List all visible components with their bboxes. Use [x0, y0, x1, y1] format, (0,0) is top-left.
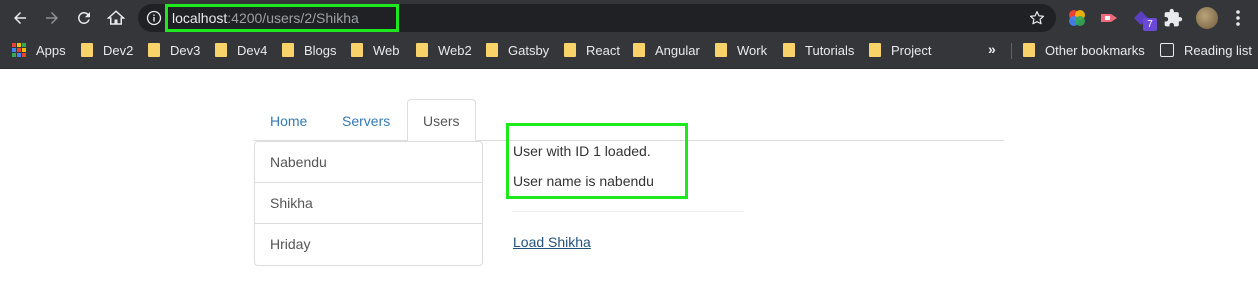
- list-item[interactable]: Hriday: [255, 224, 482, 265]
- load-user-link[interactable]: Load Shikha: [513, 234, 591, 250]
- page-content: Home Servers Users Nabendu Shikha Hriday…: [0, 69, 1258, 298]
- bookmark-folder-web[interactable]: Web: [351, 36, 400, 64]
- bookmark-label: Tutorials: [805, 42, 855, 58]
- bookmark-folder-dev2[interactable]: Dev2: [81, 36, 133, 64]
- bookmark-folder-angular[interactable]: Angular: [633, 36, 700, 64]
- reading-list-label: Reading list: [1184, 42, 1252, 58]
- home-button[interactable]: [104, 6, 128, 30]
- apps-grid-icon: [12, 43, 26, 57]
- folder-icon: [783, 43, 795, 57]
- user-id-text: User with ID 1 loaded.: [513, 143, 651, 159]
- bookmark-folder-work[interactable]: Work: [715, 36, 767, 64]
- bookmark-label: Blogs: [304, 42, 337, 58]
- folder-icon: [1023, 43, 1035, 57]
- extension-badge: 7: [1143, 18, 1157, 31]
- tab-servers[interactable]: Servers: [326, 99, 406, 141]
- bookmark-label: Dev2: [103, 42, 134, 58]
- more-menu-icon[interactable]: [1232, 8, 1244, 28]
- folder-icon: [486, 43, 498, 57]
- extensions-puzzle-icon[interactable]: [1163, 8, 1183, 28]
- profile-avatar[interactable]: [1196, 7, 1218, 29]
- home-icon: [107, 10, 125, 25]
- folder-icon: [633, 43, 645, 57]
- bookmarks-bar: Apps Dev2 Dev3 Dev4 Blogs Web Web2 Gatsb…: [0, 36, 1258, 69]
- folder-icon: [148, 43, 160, 57]
- color-picker-extension-icon[interactable]: [1067, 8, 1087, 28]
- video-extension-icon[interactable]: [1099, 8, 1119, 28]
- bookmark-label: React: [586, 42, 620, 58]
- bookmark-folder-tutorials[interactable]: Tutorials: [783, 36, 854, 64]
- bookmarks-overflow-button[interactable]: »: [988, 41, 996, 57]
- bookmark-star-icon[interactable]: [1028, 9, 1046, 27]
- list-item[interactable]: Shikha: [255, 183, 482, 224]
- bookmark-folder-react[interactable]: React: [564, 36, 620, 64]
- bookmark-label: Work: [737, 42, 768, 58]
- arrow-right-icon: [46, 12, 58, 24]
- bookmark-folder-dev3[interactable]: Dev3: [148, 36, 200, 64]
- bookmark-folder-project[interactable]: Project: [869, 36, 931, 64]
- back-button[interactable]: [8, 6, 32, 30]
- bookmark-label: Web: [373, 42, 400, 58]
- bookmark-folder-dev4[interactable]: Dev4: [215, 36, 267, 64]
- address-bar[interactable]: localhost:4200/users/2/Shikha: [138, 4, 1056, 32]
- folder-icon: [215, 43, 227, 57]
- folder-icon: [351, 43, 363, 57]
- bookmark-folder-web2[interactable]: Web2: [416, 36, 472, 64]
- list-item[interactable]: Nabendu: [255, 142, 482, 183]
- folder-icon: [81, 43, 93, 57]
- bookmark-label: Project: [891, 42, 932, 58]
- reload-icon: [77, 11, 90, 24]
- url-host: localhost: [172, 10, 228, 26]
- bookmark-folder-gatsby[interactable]: Gatsby: [486, 36, 549, 64]
- folder-icon: [564, 43, 576, 57]
- browser-toolbar: localhost:4200/users/2/Shikha 7: [0, 0, 1258, 36]
- bookmark-other-bookmarks[interactable]: Other bookmarks: [1023, 36, 1145, 64]
- arrow-left-icon: [14, 12, 26, 24]
- bookmark-label: Web2: [438, 42, 472, 58]
- url-text[interactable]: localhost:4200/users/2/Shikha: [172, 10, 359, 26]
- divider: [512, 211, 744, 212]
- folder-icon: [416, 43, 428, 57]
- bookmark-label: Dev4: [237, 42, 268, 58]
- bookmark-label: Other bookmarks: [1045, 42, 1145, 58]
- folder-icon: [715, 43, 727, 57]
- bookmark-label: Angular: [655, 42, 700, 58]
- folder-icon: [282, 43, 294, 57]
- info-icon[interactable]: [146, 10, 162, 26]
- reading-list-button[interactable]: Reading list: [1160, 36, 1252, 64]
- forward-button[interactable]: [40, 6, 64, 30]
- user-name-text: User name is nabendu: [513, 173, 654, 189]
- bookmark-folder-blogs[interactable]: Blogs: [282, 36, 337, 64]
- bookmarks-divider: [1011, 43, 1012, 59]
- bookmark-label: Dev3: [170, 42, 201, 58]
- reading-list-icon: [1160, 43, 1174, 57]
- url-path: :4200/users/2/Shikha: [227, 10, 359, 26]
- users-list: Nabendu Shikha Hriday: [254, 141, 483, 266]
- bookmark-label: Gatsby: [508, 42, 550, 58]
- reload-button[interactable]: [72, 6, 96, 30]
- bookmark-apps-label: Apps: [36, 42, 66, 58]
- folder-icon: [869, 43, 881, 57]
- tab-users[interactable]: Users: [407, 99, 476, 142]
- tab-home[interactable]: Home: [254, 99, 323, 141]
- bookmark-apps[interactable]: Apps: [12, 36, 66, 64]
